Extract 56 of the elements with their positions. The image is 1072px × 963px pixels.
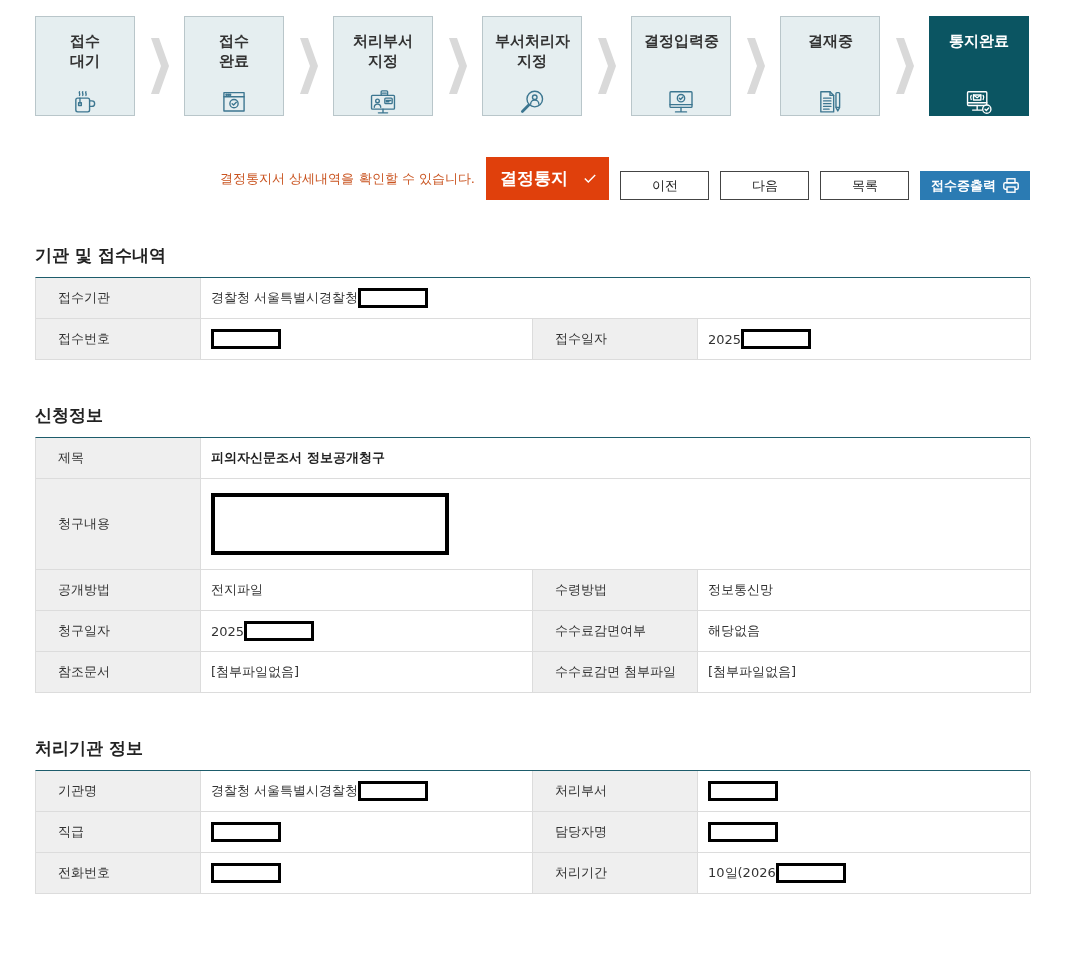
field-label: 처리부서 [533, 771, 698, 812]
step-label: 결정입력중 [643, 31, 719, 52]
field-value: 10일(2026 [708, 864, 776, 882]
step-label: 부서처리자 지정 [494, 31, 570, 72]
field-value: [첨부파일없음] [211, 663, 300, 681]
monitor-check-icon [667, 89, 695, 115]
decision-notice-button[interactable]: 결정통지 [486, 157, 609, 200]
field-value: 피의자신문조서 정보공개청구 [211, 449, 385, 467]
chevron-icon [597, 38, 616, 94]
chevron-icon [299, 38, 318, 94]
section-title: 신청정보 [35, 404, 104, 427]
field-value: 정보통신망 [708, 581, 773, 599]
step-label: 결재중 [807, 31, 853, 52]
field-label: 수령방법 [533, 570, 698, 611]
field-label: 청구내용 [36, 479, 201, 570]
nav-button[interactable]: 목록 [820, 171, 909, 200]
chevron-icon [448, 38, 467, 94]
field-value: 경찰청 서울특별시경찰청 [211, 782, 359, 800]
notice-message: 결정통지서 상세내역을 확인할 수 있습니다. [220, 170, 475, 188]
browser-check-icon [220, 89, 248, 115]
section-title: 기관 및 접수내역 [35, 244, 167, 267]
field-label: 전화번호 [36, 853, 201, 894]
field-value: [첨부파일없음] [708, 663, 797, 681]
check-icon [583, 174, 596, 183]
monitor-chat-icon [369, 89, 397, 115]
chevron-icon [746, 38, 765, 94]
field-label: 청구일자 [36, 611, 201, 652]
print-receipt-button[interactable]: 접수증출력 [920, 171, 1030, 200]
nav-button[interactable]: 다음 [720, 171, 809, 200]
field-label: 공개방법 [36, 570, 201, 611]
step-label: 처리부서 지정 [353, 31, 413, 72]
field-label: 접수일자 [533, 319, 698, 360]
magnifier-person-icon [518, 89, 546, 115]
field-value: 2025 [708, 331, 742, 347]
field-value: 2025 [211, 623, 245, 639]
field-value: 경찰청 서울특별시경찰청 [211, 289, 359, 307]
field-label: 직급 [36, 812, 201, 853]
field-label: 제목 [36, 438, 201, 479]
step-label: 접수 대기 [70, 31, 100, 72]
section-title: 처리기관 정보 [35, 737, 144, 760]
field-label: 수수료감면 첨부파일 [533, 652, 698, 693]
field-label: 수수료감면여부 [533, 611, 698, 652]
field-label: 참조문서 [36, 652, 201, 693]
field-value: 전지파일 [211, 581, 263, 599]
step-label: 통지완료 [949, 31, 1009, 52]
field-label: 기관명 [36, 771, 201, 812]
step-label: 접수 완료 [219, 31, 249, 72]
chevron-icon [150, 38, 169, 94]
field-label: 접수번호 [36, 319, 201, 360]
field-label: 담당자명 [533, 812, 698, 853]
field-value: 해당없음 [708, 622, 760, 640]
field-label: 처리기간 [533, 853, 698, 894]
chevron-icon [895, 38, 914, 94]
nav-button[interactable]: 이전 [620, 171, 709, 200]
field-label: 접수기관 [36, 278, 201, 319]
printer-icon [1003, 178, 1019, 193]
